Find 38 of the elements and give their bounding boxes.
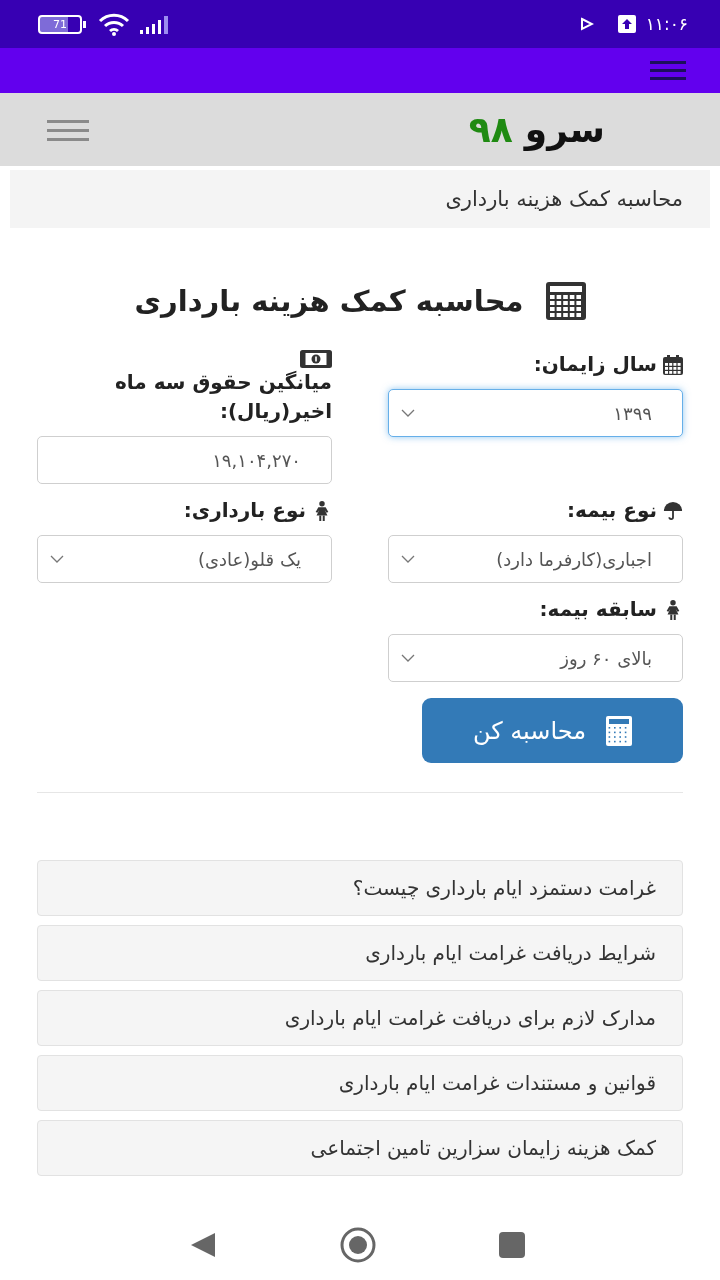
upload-icon [617,15,636,33]
dropdown-field[interactable]: ۱۳۹۹ [388,389,683,437]
umbrella-icon [663,500,683,521]
accordion-header[interactable]: قوانین و مستندات غرامت ایام بارداری [37,1055,683,1111]
chevron-down-icon [401,654,415,662]
accordion-header[interactable]: مدارک لازم برای دریافت غرامت ایام بارداری [37,990,683,1046]
calculator-icon [545,282,586,320]
menu-icon[interactable] [47,118,89,141]
banknote-icon [300,350,332,368]
menu-icon[interactable] [650,58,686,83]
calculate-button[interactable]: محاسبه کن [422,698,683,763]
dropdown-field[interactable]: یک قلو(عادی) [37,535,332,583]
calendar-icon [663,354,683,375]
calculator-icon [606,715,633,746]
recents-icon[interactable] [499,1232,525,1258]
chevron-down-icon [50,555,64,563]
back-icon[interactable] [189,1231,217,1259]
field-label: نوع بیمه: [567,497,657,524]
chevron-down-icon [401,555,415,563]
logo-name[interactable]: سرو [524,109,605,150]
home-icon[interactable] [340,1227,376,1263]
dropdown-field[interactable]: اجباری(کارفرما دارد) [388,535,683,583]
accordion-header[interactable]: غرامت دستمزد ایام بارداری چیست؟ [37,860,683,916]
play-icon [579,17,594,31]
page-heading: محاسبه کمک هزینه بارداری [134,284,524,318]
field-label: میانگین حقوق سه ماه اخیر(ریال): [114,369,332,425]
dropdown-field[interactable]: بالای ۶۰ روز [388,634,683,682]
clock-time: ۱۱:۰۶ [645,14,688,34]
signal-icon [140,14,170,34]
field-label: سابقه بیمه: [539,596,657,623]
field-label: سال زایمان: [533,351,657,378]
wifi-icon [98,12,130,36]
breadcrumb-title: محاسبه کمک هزینه بارداری [445,187,683,211]
accordion-header[interactable]: شرایط دریافت غرامت ایام بارداری [37,925,683,981]
field-label: نوع بارداری: [183,497,306,524]
accordion-header[interactable]: کمک هزینه زایمان سزارین تامین اجتماعی [37,1120,683,1176]
text-input-field[interactable]: ۱۹,۱۰۴,۲۷۰ [37,436,332,484]
chevron-down-icon [401,409,415,417]
